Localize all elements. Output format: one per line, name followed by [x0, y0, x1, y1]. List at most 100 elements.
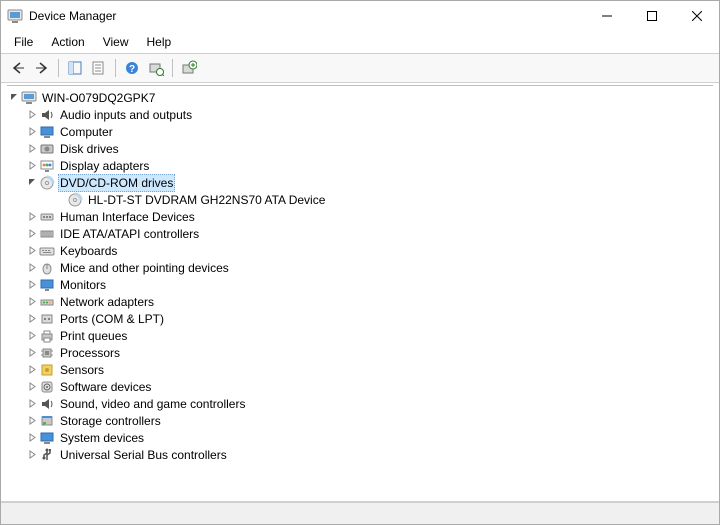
- update-driver-button[interactable]: [178, 57, 200, 79]
- tree-node[interactable]: DVD/CD-ROM drives: [1, 174, 719, 191]
- tree-node[interactable]: Keyboards: [1, 242, 719, 259]
- storage-icon: [39, 413, 55, 429]
- expand-toggle[interactable]: [25, 210, 39, 224]
- software-icon: [39, 379, 55, 395]
- tree-node[interactable]: Computer: [1, 123, 719, 140]
- svg-text:?: ?: [129, 64, 135, 75]
- tree-node[interactable]: Print queues: [1, 327, 719, 344]
- tree-node[interactable]: Sound, video and game controllers: [1, 395, 719, 412]
- tree-node[interactable]: Audio inputs and outputs: [1, 106, 719, 123]
- menu-view[interactable]: View: [94, 33, 138, 51]
- properties-button[interactable]: [88, 57, 110, 79]
- tree-node[interactable]: Display adapters: [1, 157, 719, 174]
- tree-node-label: Display adapters: [58, 158, 151, 174]
- tree-node-label: Disk drives: [58, 141, 121, 157]
- tree-node[interactable]: Disk drives: [1, 140, 719, 157]
- tree-node[interactable]: Human Interface Devices: [1, 208, 719, 225]
- tree-node[interactable]: Storage controllers: [1, 412, 719, 429]
- tree-node[interactable]: Ports (COM & LPT): [1, 310, 719, 327]
- tree-node[interactable]: Mice and other pointing devices: [1, 259, 719, 276]
- device-tree[interactable]: WIN-O079DQ2GPK7 Audio inputs and outputs…: [1, 83, 719, 502]
- tree-node-label: Monitors: [58, 277, 108, 293]
- expand-toggle[interactable]: [25, 414, 39, 428]
- port-icon: [39, 311, 55, 327]
- tree-node[interactable]: Software devices: [1, 378, 719, 395]
- tree-root-node[interactable]: WIN-O079DQ2GPK7: [1, 89, 719, 106]
- expand-toggle[interactable]: [25, 159, 39, 173]
- tree-node-label: Computer: [58, 124, 115, 140]
- app-icon: [7, 8, 23, 24]
- tree-node-label: Keyboards: [58, 243, 119, 259]
- tree-node-label: HL-DT-ST DVDRAM GH22NS70 ATA Device: [86, 192, 327, 208]
- help-button[interactable]: ?: [121, 57, 143, 79]
- expand-toggle[interactable]: [25, 380, 39, 394]
- sound-icon: [39, 396, 55, 412]
- menu-help[interactable]: Help: [138, 33, 181, 51]
- close-button[interactable]: [674, 1, 719, 31]
- expand-toggle[interactable]: [25, 329, 39, 343]
- usb-icon: [39, 447, 55, 463]
- disk-icon: [39, 141, 55, 157]
- expand-toggle[interactable]: [25, 295, 39, 309]
- tree-node[interactable]: Network adapters: [1, 293, 719, 310]
- tree-node[interactable]: System devices: [1, 429, 719, 446]
- sensor-icon: [39, 362, 55, 378]
- ide-icon: [39, 226, 55, 242]
- scan-hardware-button[interactable]: [145, 57, 167, 79]
- titlebar: Device Manager: [1, 1, 719, 31]
- expand-toggle[interactable]: [25, 312, 39, 326]
- tree-node[interactable]: Sensors: [1, 361, 719, 378]
- computer-icon: [39, 124, 55, 140]
- show-hide-console-button[interactable]: [64, 57, 86, 79]
- expand-toggle[interactable]: [25, 125, 39, 139]
- collapse-toggle[interactable]: [25, 176, 39, 190]
- expand-toggle[interactable]: [25, 142, 39, 156]
- expand-toggle[interactable]: [25, 108, 39, 122]
- tree-node[interactable]: HL-DT-ST DVDRAM GH22NS70 ATA Device: [1, 191, 719, 208]
- back-button[interactable]: [7, 57, 29, 79]
- computer-root-icon: [21, 90, 37, 106]
- expand-toggle[interactable]: [25, 227, 39, 241]
- tree-node-label: Network adapters: [58, 294, 156, 310]
- tree-node[interactable]: Processors: [1, 344, 719, 361]
- tree-node[interactable]: IDE ATA/ATAPI controllers: [1, 225, 719, 242]
- expand-toggle[interactable]: [25, 431, 39, 445]
- expand-toggle[interactable]: [25, 448, 39, 462]
- expand-toggle[interactable]: [25, 278, 39, 292]
- tree-node-label: Audio inputs and outputs: [58, 107, 194, 123]
- tree-node-label: DVD/CD-ROM drives: [58, 174, 175, 192]
- tree-node-label: Sound, video and game controllers: [58, 396, 247, 412]
- tree-node-label: System devices: [58, 430, 146, 446]
- tree-node-label: Ports (COM & LPT): [58, 311, 166, 327]
- minimize-button[interactable]: [584, 1, 629, 31]
- expand-toggle[interactable]: [25, 346, 39, 360]
- menu-file[interactable]: File: [5, 33, 42, 51]
- menu-action[interactable]: Action: [42, 33, 93, 51]
- keyboard-icon: [39, 243, 55, 259]
- collapse-toggle[interactable]: [7, 91, 21, 105]
- tree-node-label: Human Interface Devices: [58, 209, 197, 225]
- maximize-button[interactable]: [629, 1, 674, 31]
- expand-toggle[interactable]: [25, 363, 39, 377]
- expand-toggle[interactable]: [25, 244, 39, 258]
- network-icon: [39, 294, 55, 310]
- expand-toggle[interactable]: [25, 397, 39, 411]
- window-title: Device Manager: [29, 9, 584, 23]
- toolbar-separator: [115, 59, 116, 77]
- tree-node[interactable]: Universal Serial Bus controllers: [1, 446, 719, 463]
- tree-node[interactable]: Monitors: [1, 276, 719, 293]
- tree-node-label: WIN-O079DQ2GPK7: [40, 90, 157, 106]
- menubar: File Action View Help: [1, 31, 719, 53]
- status-bar: [1, 502, 719, 524]
- forward-button[interactable]: [31, 57, 53, 79]
- toolbar-separator: [58, 59, 59, 77]
- system-icon: [39, 430, 55, 446]
- tree-node-label: Sensors: [58, 362, 106, 378]
- tree-node-label: Print queues: [58, 328, 129, 344]
- dvd-icon: [39, 175, 55, 191]
- display-icon: [39, 158, 55, 174]
- mouse-icon: [39, 260, 55, 276]
- expand-toggle[interactable]: [25, 261, 39, 275]
- tree-node-label: IDE ATA/ATAPI controllers: [58, 226, 201, 242]
- tree-node-label: Software devices: [58, 379, 153, 395]
